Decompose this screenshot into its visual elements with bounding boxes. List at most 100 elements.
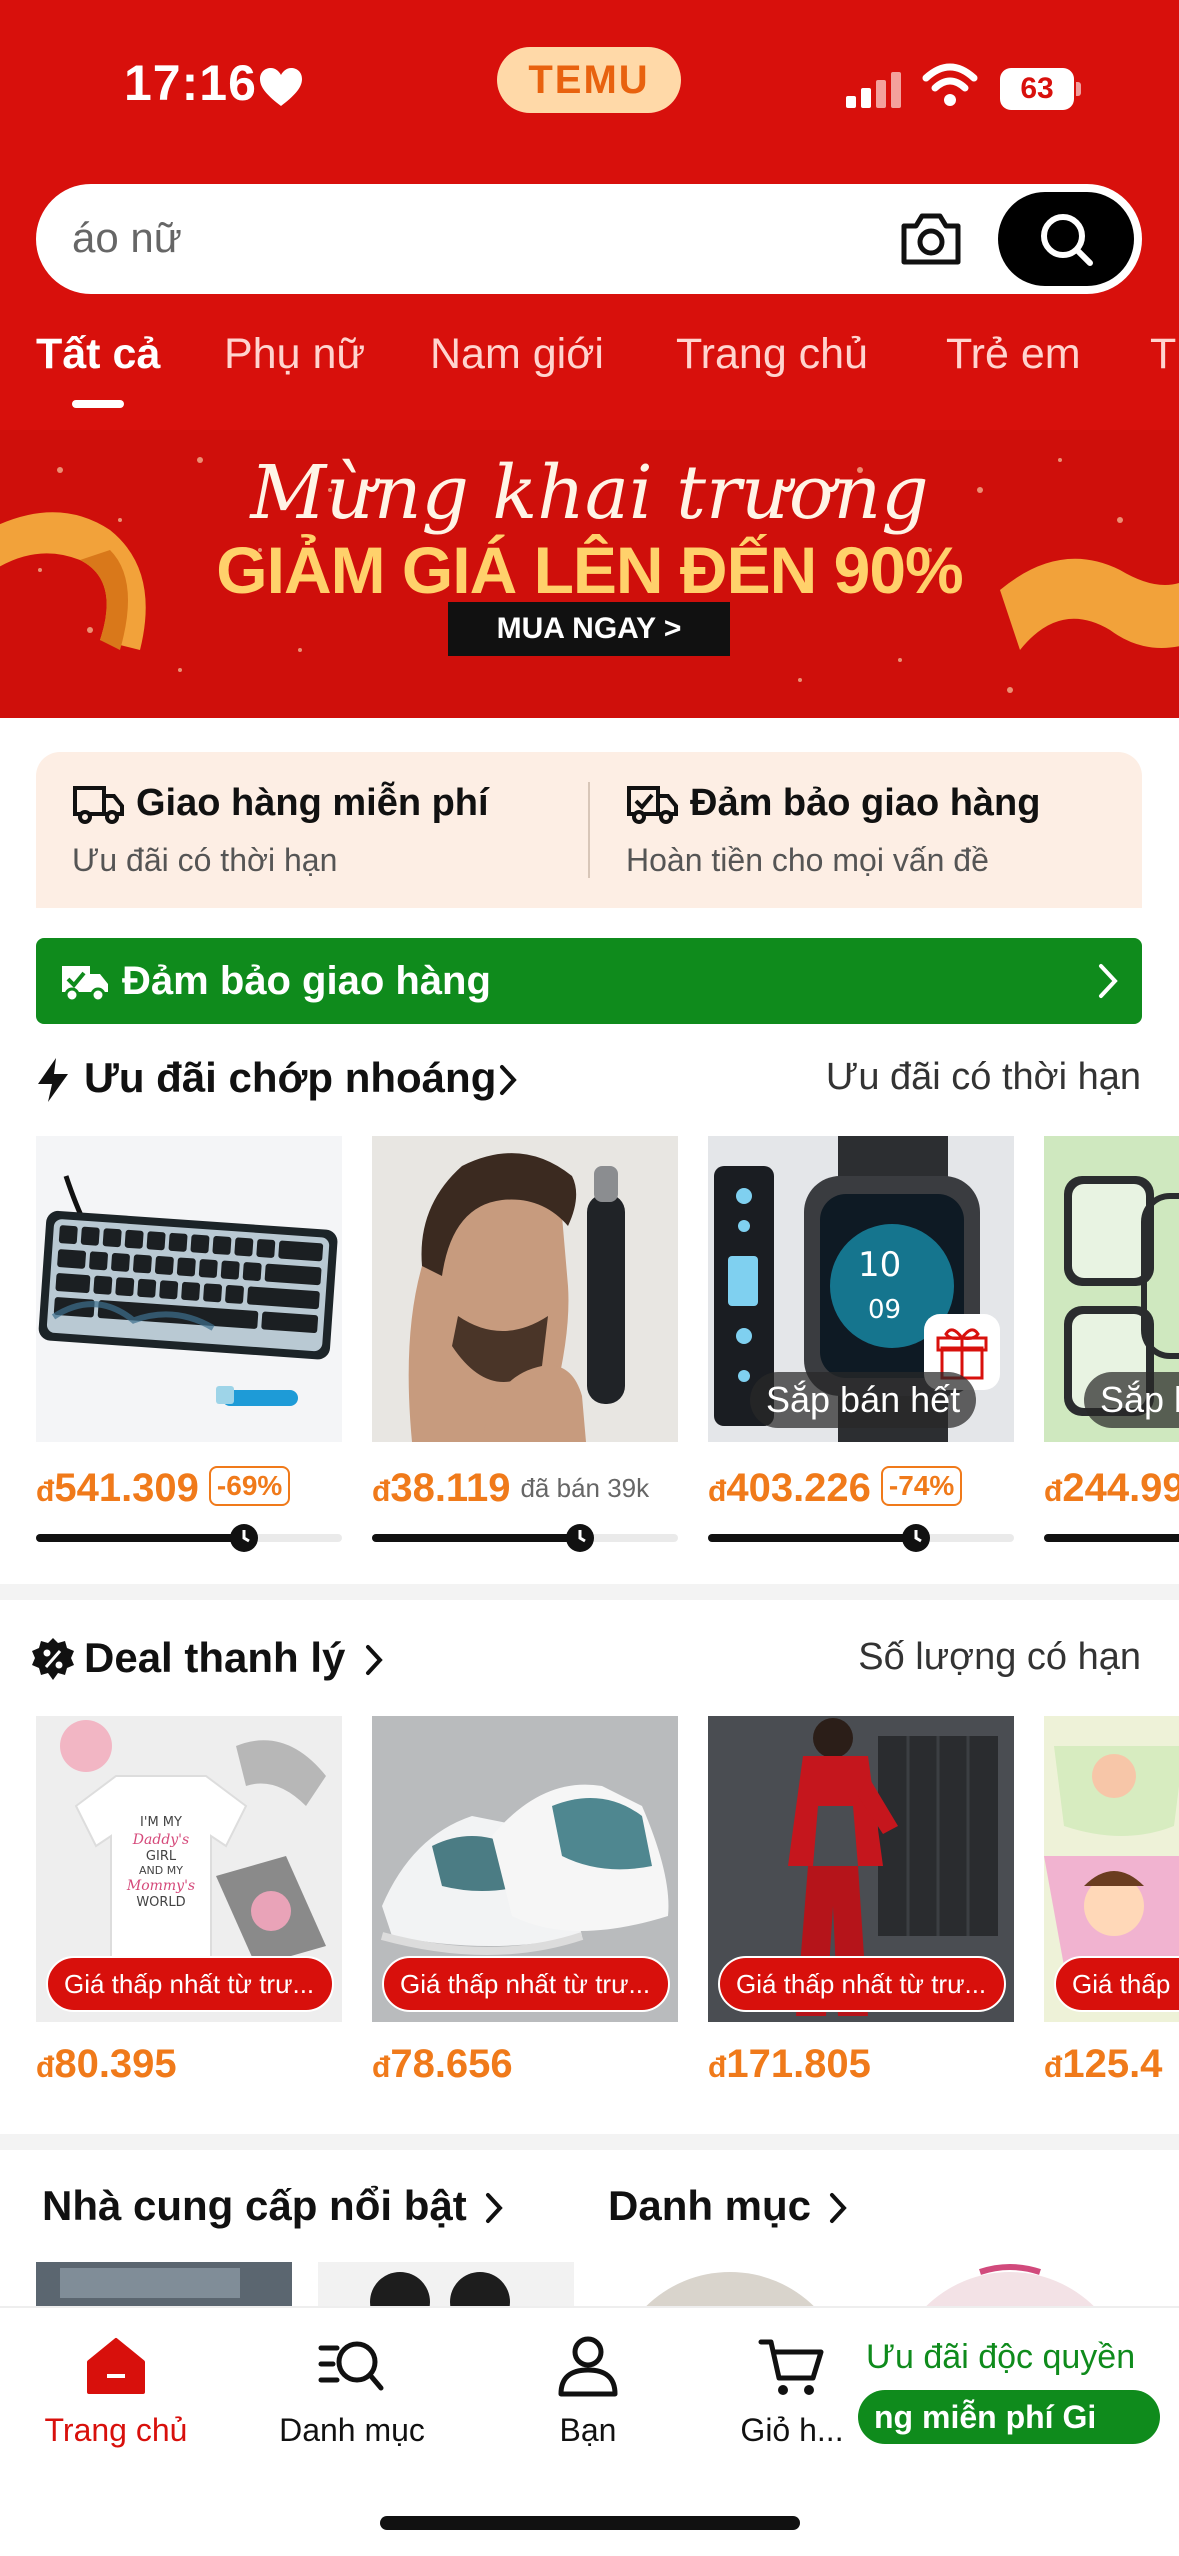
clearance-deals-subtitle: Số lượng có hạn <box>858 1636 1141 1678</box>
shirt-text-line: Mommy's <box>126 1878 195 1894</box>
clock-icon <box>230 1524 259 1552</box>
product-image[interactable]: 10 09 Sắp bán hết <box>708 1136 1014 1442</box>
battery-indicator: 63 <box>1000 68 1081 110</box>
selling-out-label: Sắp b <box>1084 1372 1179 1428</box>
tab-home-label: Trang chủ <box>44 2412 188 2448</box>
sold-count: đã bán 39k <box>520 1473 650 1503</box>
exclusive-offer-promo[interactable]: Ưu đãi độc quyền ng miễn phí Gi <box>852 2338 1170 2458</box>
chevron-right-icon[interactable] <box>828 2192 848 2224</box>
promo-banner[interactable]: Mừng khai trương GIẢM GIÁ LÊN ĐẾN 90% MU… <box>0 430 1179 718</box>
clearance-deals-header[interactable]: Deal thanh lý Số lượng có hạn <box>0 1630 1179 1690</box>
tab-profile-label: Bạn <box>559 2412 617 2448</box>
heart-icon <box>260 68 302 106</box>
user-icon <box>558 2336 618 2397</box>
wifi-icon <box>922 63 978 106</box>
home-indicator <box>380 2516 800 2530</box>
banner-subtitle: GIẢM GIÁ LÊN ĐẾN 90% <box>216 533 963 607</box>
product-image[interactable]: Giá thấp nhất từ trư... <box>708 1716 1014 2022</box>
featured-suppliers-title[interactable]: Nhà cung cấp nổi bật <box>42 2182 467 2230</box>
price-value: 80.395 <box>54 2042 177 2086</box>
svg-text:09: 09 <box>868 1295 901 1325</box>
product-image[interactable]: Giá thấp nhất từ trư... <box>372 1716 678 2022</box>
progress-fill <box>708 1534 917 1542</box>
price-value: 244.99 <box>1062 1466 1179 1510</box>
chevron-right-icon[interactable] <box>484 2192 504 2224</box>
chevron-right-icon <box>1099 964 1118 998</box>
product-price: đ541.309 -69% <box>36 1466 291 1511</box>
tab-profile[interactable]: Bạn <box>488 2334 688 2449</box>
tab-all[interactable]: Tất cả <box>36 330 160 379</box>
tab-categories[interactable]: Danh mục <box>252 2334 452 2449</box>
clock-icon <box>566 1524 595 1552</box>
tab-more[interactable]: T <box>1150 330 1176 379</box>
currency-symbol: đ <box>372 2051 391 2084</box>
sales-progress-bar <box>36 1524 342 1552</box>
currency-symbol: đ <box>36 1475 55 1508</box>
cart-icon <box>758 2339 824 2395</box>
product-image[interactable] <box>36 1136 342 1442</box>
truck-check-icon <box>62 966 108 1003</box>
free-shipping-strip: ng miễn phí Gi <box>858 2390 1160 2444</box>
categories-title[interactable]: Danh mục <box>608 2182 811 2230</box>
tab-men[interactable]: Nam giới <box>430 330 604 379</box>
banner-title: Mừng khai trương <box>250 450 929 536</box>
selling-out-label: Sắp bán hết <box>750 1372 977 1428</box>
product-price: đ403.226 -74% <box>708 1466 963 1511</box>
progress-fill <box>1044 1534 1179 1542</box>
shirt-text-line: I'M MY <box>140 1815 182 1830</box>
price-value: 38.119 <box>390 1466 511 1510</box>
product-price: đ80.395 <box>36 2042 177 2087</box>
sales-progress-bar <box>372 1524 678 1552</box>
tab-active-indicator <box>72 400 124 408</box>
service-info-card[interactable]: Giao hàng miễn phí Ưu đãi có thời hạn Đả… <box>36 752 1142 908</box>
tab-women[interactable]: Phụ nữ <box>224 330 365 379</box>
camera-icon[interactable] <box>898 210 964 268</box>
flash-deals-list: đ541.309 -69% đ38.119 đã bán 39k 10 09 S… <box>0 1136 1179 1576</box>
home-icon <box>87 2338 145 2394</box>
product-price: đ38.119 đã bán 39k <box>372 1466 649 1511</box>
chevron-right-icon <box>500 1065 517 1095</box>
nose-trimmer-image <box>372 1136 678 1442</box>
currency-symbol: đ <box>1044 2051 1063 2084</box>
product-price: đ171.805 <box>708 2042 871 2087</box>
progress-fill <box>372 1534 581 1542</box>
currency-symbol: đ <box>708 2051 727 2084</box>
currency-symbol: đ <box>36 2051 55 2084</box>
lowest-price-label: Giá thấp nhất từ trư... <box>382 1956 670 2012</box>
product-image[interactable]: Sắp b <box>1044 1136 1179 1442</box>
tab-kids[interactable]: Trẻ em <box>946 330 1081 379</box>
banner-shop-now-button[interactable]: MUA NGAY > <box>448 602 730 656</box>
price-value: 541.309 <box>54 1466 199 1510</box>
lowest-price-label: Giá thấp nhất từ trư... <box>46 1956 334 2012</box>
product-image[interactable]: I'M MY Daddy's GIRL AND MY Mommy's WORLD… <box>36 1716 342 2022</box>
sales-progress-bar <box>708 1524 1014 1552</box>
product-price: đ244.99 <box>1044 1466 1179 1511</box>
product-price: đ78.656 <box>372 2042 513 2087</box>
search-input[interactable]: áo nữ <box>72 214 182 262</box>
product-image[interactable]: Giá thấp <box>1044 1716 1179 2022</box>
temu-logo[interactable]: TEMU <box>497 47 681 113</box>
tab-home[interactable]: Trang chủ <box>676 330 868 379</box>
tab-home[interactable]: Trang chủ <box>16 2334 216 2449</box>
product-image[interactable] <box>372 1136 678 1442</box>
section-separator <box>0 1584 1179 1600</box>
search-icon <box>1041 214 1093 266</box>
divider <box>588 782 590 878</box>
lightning-icon <box>38 1058 68 1102</box>
tab-categories-label: Danh mục <box>279 2412 425 2448</box>
discount-badge-icon <box>32 1638 74 1680</box>
flash-deals-header[interactable]: Ưu đãi chớp nhoáng Ưu đãi có thời hạn <box>0 1050 1179 1110</box>
featured-thumbnails <box>0 2262 1179 2310</box>
lowest-price-label: Giá thấp <box>1054 1956 1179 2012</box>
delivery-guarantee-label: Đảm bảo giao hàng <box>122 959 491 1003</box>
currency-symbol: đ <box>372 1475 391 1508</box>
search-button[interactable] <box>998 192 1134 286</box>
flash-deals-title: Ưu đãi chớp nhoáng <box>84 1054 497 1101</box>
delivery-guarantee-bar[interactable]: Đảm bảo giao hàng <box>36 938 1142 1024</box>
clearance-deals-list: I'M MY Daddy's GIRL AND MY Mommy's WORLD… <box>0 1716 1179 2106</box>
featured-sections-header: Nhà cung cấp nổi bật Danh mục <box>0 2174 1179 2244</box>
delivery-guarantee-subtitle: Hoàn tiền cho mọi vấn đề <box>626 842 989 878</box>
search-bar[interactable]: áo nữ <box>36 184 1142 294</box>
shirt-text-line: Daddy's <box>132 1832 189 1848</box>
progress-fill <box>36 1534 245 1542</box>
